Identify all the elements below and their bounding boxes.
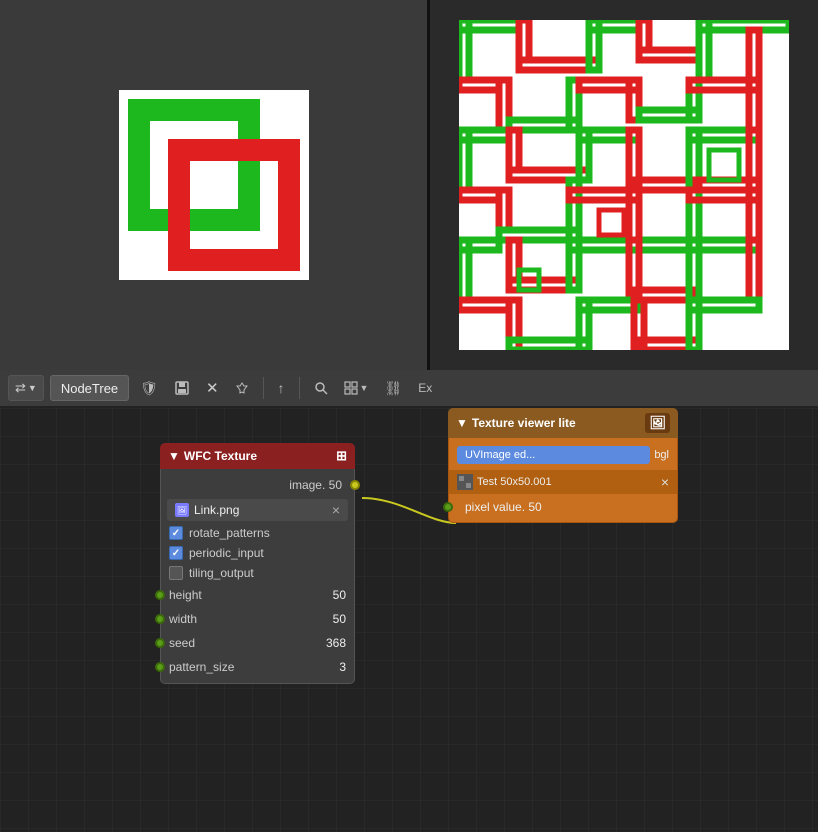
uv-image-editor-btn[interactable]: UVImage ed... [457,446,650,464]
wfc-periodic-input-checkbox[interactable]: ✓ [169,546,183,560]
texture-node-body: UVImage ed... bgl Test 50x50.001 × [448,438,678,523]
texture-viewer-node: ▼ Texture viewer lite 🖼 UVImage ed... bg… [448,408,678,523]
close-file-btn[interactable]: ✕ [201,377,224,399]
wfc-image-output-row: image. 50 [161,473,354,497]
pin-icon-btn[interactable] [230,379,254,397]
rotate-check-icon: ✓ [172,528,180,539]
extra-btn[interactable]: Ex [413,379,437,397]
wfc-output-canvas [459,20,789,350]
node-editor-type-btn[interactable]: ⇄ ▼ [8,375,44,401]
link-btn[interactable]: ⛓ [379,378,407,399]
wfc-rotate-patterns-checkbox[interactable]: ✓ [169,526,183,540]
test-image-name: Test 50x50.001 [477,476,657,488]
wfc-tiling-output-checkbox[interactable] [169,566,183,580]
wfc-image-output-label: image. 50 [289,478,342,492]
wfc-file-close-btn[interactable]: × [332,502,340,518]
wfc-width-socket[interactable] [155,614,165,624]
node-editor[interactable]: ▼ WFC Texture ⊞ image. 50 🖼 Link.png × ✓ [0,408,818,832]
node-tree-title[interactable]: NodeTree [50,375,129,401]
file-icon: 🖼 [175,503,189,517]
wfc-rotate-patterns-row[interactable]: ✓ rotate_patterns [161,523,354,543]
wfc-seed-row: seed 368 [161,631,354,655]
connection-lines [0,408,818,832]
node-editor-icon: ⇄ [15,380,26,396]
wfc-file-row[interactable]: 🖼 Link.png × [167,499,348,521]
grid-overlay-btn[interactable]: ▼ [339,379,374,397]
wfc-pattern-size-socket[interactable] [155,662,165,672]
wfc-periodic-input-label: periodic_input [189,546,264,560]
bgl-label: bgl [654,449,669,461]
wfc-tiling-output-row[interactable]: tiling_output [161,563,354,583]
test-image-icon [457,474,473,490]
search-btn[interactable] [309,379,333,397]
save-icon-btn[interactable] [169,378,195,398]
texture-node-header[interactable]: ▼ Texture viewer lite 🖼 [448,408,678,438]
separator-1 [263,377,264,399]
right-viewport [430,0,818,370]
test-image-close-btn[interactable]: × [661,474,669,490]
wfc-node-title: WFC Texture [184,449,257,463]
wfc-seed-value: 368 [326,636,346,650]
wfc-image-output-socket[interactable] [350,480,360,490]
texture-node-title: Texture viewer lite [472,416,576,430]
texture-test-image-row: Test 50x50.001 × [449,470,677,494]
wfc-texture-node: ▼ WFC Texture ⊞ image. 50 🖼 Link.png × ✓ [160,443,355,684]
toolbar: ⇄ ▼ NodeTree 🛡 ✕ ↑ ▼ ⛓ Ex [0,370,818,408]
wfc-rotate-patterns-label: rotate_patterns [189,526,270,540]
wfc-file-name: Link.png [194,503,327,517]
wfc-height-socket[interactable] [155,590,165,600]
wfc-pattern-size-row: pattern_size 3 [161,655,354,679]
wfc-node-settings-icon[interactable]: ⊞ [336,448,347,464]
shield-icon-btn[interactable]: 🛡 [135,378,163,399]
wfc-tiling-output-label: tiling_output [189,566,254,580]
wfc-node-header[interactable]: ▼ WFC Texture ⊞ [160,443,355,469]
texture-pixel-label: pixel value. 50 [457,500,542,514]
top-viewport-area [0,0,818,370]
wfc-seed-label: seed [169,636,195,650]
back-arrow-btn[interactable]: ↑ [273,378,290,398]
wfc-width-row: width 50 [161,607,354,631]
periodic-check-icon: ✓ [172,548,180,559]
wfc-height-value: 50 [333,588,346,602]
separator-2 [299,377,300,399]
texture-uv-row: UVImage ed... bgl [449,442,677,468]
dropdown-arrow-icon: ▼ [28,383,37,393]
texture-collapse-icon: ▼ [456,416,468,430]
left-viewport [0,0,430,370]
wfc-periodic-input-row[interactable]: ✓ periodic_input [161,543,354,563]
link-png-preview [119,90,309,280]
wfc-height-label: height [169,588,202,602]
wfc-seed-socket[interactable] [155,638,165,648]
texture-pixel-socket[interactable] [443,502,453,512]
wfc-pattern-size-label: pattern_size [169,660,234,674]
wfc-pattern-size-value: 3 [339,660,346,674]
wfc-collapse-icon: ▼ [168,449,180,463]
wfc-width-value: 50 [333,612,346,626]
texture-node-menu-icon[interactable]: 🖼 [645,413,670,433]
wfc-width-label: width [169,612,197,626]
wfc-height-row: height 50 [161,583,354,607]
wfc-node-body: image. 50 🖼 Link.png × ✓ rotate_patterns… [160,469,355,684]
texture-pixel-row: pixel value. 50 [449,496,677,518]
